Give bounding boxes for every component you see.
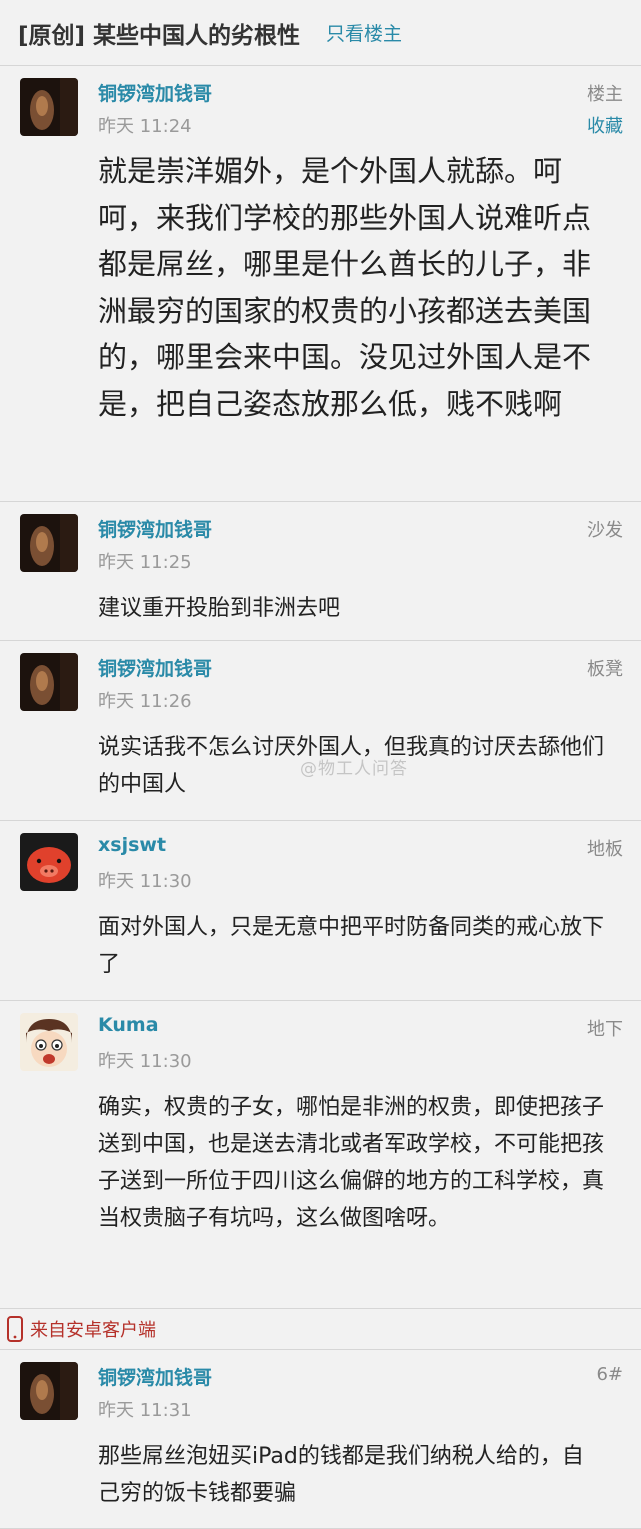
post-time: 昨天 11:26 bbox=[98, 691, 192, 712]
post-time: 昨天 11:31 bbox=[98, 1400, 192, 1421]
floor-label: 楼主 bbox=[587, 84, 623, 105]
only-op-link[interactable]: 只看楼主 bbox=[326, 19, 402, 46]
username-link[interactable]: 铜锣湾加钱哥 bbox=[98, 654, 212, 681]
post-item: Kuma 昨天 11:30 地下 确实，权贵的子女，哪怕是非洲的权贵，即使把孩子… bbox=[0, 1001, 641, 1309]
post-time: 昨天 11:25 bbox=[98, 552, 192, 573]
thread-title: [原创] 某些中国人的劣根性 bbox=[18, 22, 301, 49]
post-item: 铜锣湾加钱哥 昨天 11:24 楼主 收藏 就是崇洋媚外，是个外国人就舔。呵呵，… bbox=[0, 66, 641, 502]
client-label: 来自安卓客户端 bbox=[30, 1320, 156, 1341]
client-source: 来自安卓客户端 bbox=[0, 1309, 641, 1349]
post-item: 铜锣湾加钱哥 昨天 11:26 板凳 说实话我不怎么讨厌外国人，但我真的讨厌去舔… bbox=[0, 641, 641, 821]
username-link[interactable]: 铜锣湾加钱哥 bbox=[98, 79, 212, 106]
user-avatar[interactable] bbox=[20, 1013, 78, 1071]
user-avatar[interactable] bbox=[20, 833, 78, 891]
user-avatar[interactable] bbox=[20, 653, 78, 711]
post-item: xsjswt 昨天 11:30 地板 面对外国人，只是无意中把平时防备同类的戒心… bbox=[0, 821, 641, 1001]
thread-header: [原创] 某些中国人的劣根性 只看楼主 bbox=[0, 0, 641, 66]
username-link[interactable]: xsjswt bbox=[98, 834, 166, 856]
floor-label: 6# bbox=[596, 1364, 623, 1385]
username-link[interactable]: Kuma bbox=[98, 1014, 159, 1036]
user-avatar[interactable] bbox=[20, 514, 78, 572]
floor-label: 地板 bbox=[587, 839, 623, 860]
user-avatar[interactable] bbox=[20, 78, 78, 136]
username-link[interactable]: 铜锣湾加钱哥 bbox=[98, 515, 212, 542]
watermark: @物工人问答 bbox=[300, 759, 408, 779]
post-item: 铜锣湾加钱哥 昨天 11:31 6# 那些屌丝泡妞买iPad的钱都是我们纳税人给… bbox=[0, 1349, 641, 1529]
floor-label: 地下 bbox=[587, 1019, 623, 1040]
favorite-button[interactable]: 收藏 bbox=[587, 112, 623, 138]
username-link[interactable]: 铜锣湾加钱哥 bbox=[98, 1363, 212, 1390]
post-time: 昨天 11:24 bbox=[98, 116, 192, 137]
floor-label: 沙发 bbox=[587, 520, 623, 541]
post-time: 昨天 11:30 bbox=[98, 1051, 192, 1072]
post-content: 面对外国人，只是无意中把平时防备同类的戒心放下了 bbox=[98, 915, 605, 977]
phone-icon bbox=[7, 1316, 23, 1342]
post-item: 铜锣湾加钱哥 昨天 11:25 沙发 建议重开投胎到非洲去吧 bbox=[0, 502, 641, 641]
user-avatar[interactable] bbox=[20, 1362, 78, 1420]
post-time: 昨天 11:30 bbox=[98, 871, 192, 892]
floor-label: 板凳 bbox=[587, 659, 623, 680]
